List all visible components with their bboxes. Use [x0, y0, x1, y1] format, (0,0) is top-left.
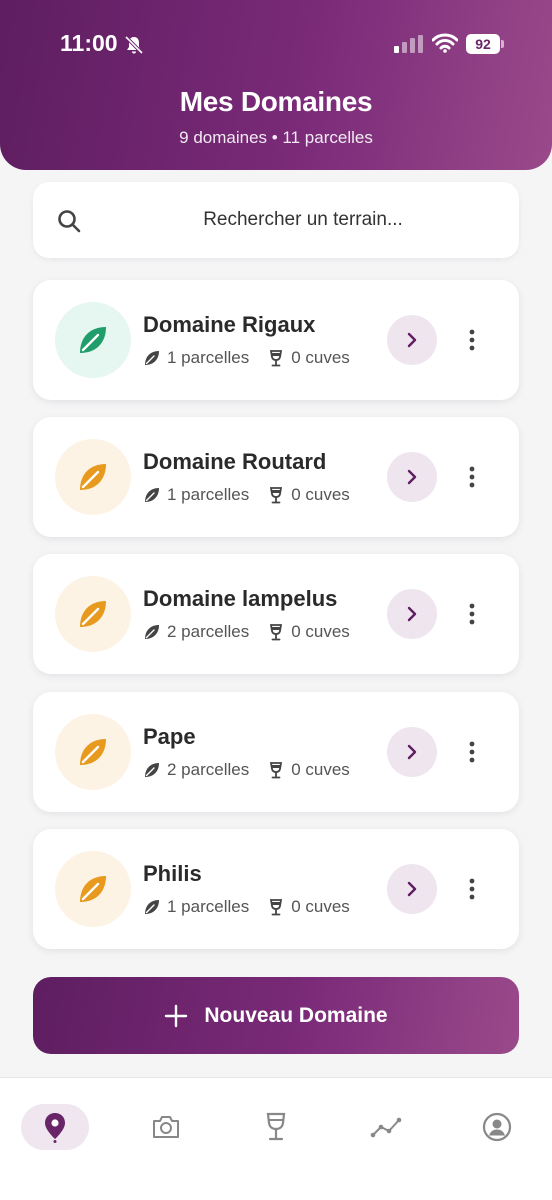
domain-name: Philis [143, 861, 202, 886]
leaf-icon [80, 601, 106, 627]
parcelles-count: 2 parcelles [167, 622, 250, 641]
open-domain-button[interactable] [387, 315, 437, 365]
nav-analytics[interactable] [352, 1104, 420, 1150]
new-domain-button[interactable]: Nouveau Domaine [33, 977, 519, 1054]
more-vertical-icon [469, 741, 475, 763]
chart-line-icon [370, 1117, 402, 1138]
cuves-count: 0 cuves [291, 348, 350, 367]
signal-icon [394, 35, 423, 53]
wine-glass-small-icon [270, 624, 283, 641]
more-vertical-icon [469, 603, 475, 625]
more-vertical-icon [469, 878, 475, 900]
nav-domains[interactable] [21, 1104, 89, 1150]
page-title: Mes Domaines [179, 86, 373, 117]
nav-cellar[interactable] [242, 1104, 310, 1150]
nav-camera[interactable] [132, 1104, 200, 1150]
header: 11:00 92 Mes Domaines 9 domaines • 11 pa… [0, 0, 552, 170]
domain-meta: 1 parcelles 0 cuves [143, 348, 350, 368]
domain-avatar [55, 714, 131, 790]
map-pin-icon [45, 1113, 65, 1143]
leaf-small-icon [145, 488, 159, 502]
more-options-button[interactable] [457, 732, 487, 772]
open-domain-button[interactable] [387, 864, 437, 914]
wifi-icon [432, 33, 458, 53]
bell-off-icon [124, 35, 144, 55]
page-subtitle: 9 domaines • 11 parcelles [179, 128, 373, 147]
profile-icon [482, 1112, 512, 1142]
open-domain-button[interactable] [387, 452, 437, 502]
cuves-count: 0 cuves [291, 622, 350, 641]
battery-icon: 92 [466, 34, 504, 54]
battery-level: 92 [466, 34, 500, 54]
chevron-right-icon [407, 469, 417, 485]
parcelles-count: 1 parcelles [167, 485, 250, 504]
wine-glass-icon [266, 1112, 286, 1141]
more-vertical-icon [469, 466, 475, 488]
leaf-small-icon [145, 351, 159, 365]
bottom-nav [0, 1077, 552, 1200]
open-domain-button[interactable] [387, 727, 437, 777]
domain-card[interactable]: Domaine Rigaux 1 parcelles 0 cuves [33, 280, 519, 400]
domain-card[interactable]: Philis 1 parcelles 0 cuves [33, 829, 519, 949]
status-time: 11:00 [60, 30, 118, 56]
search-input[interactable] [113, 200, 493, 240]
wine-glass-small-icon [270, 487, 283, 504]
more-vertical-icon [469, 329, 475, 351]
domain-name: Pape [143, 724, 196, 749]
nav-profile[interactable] [463, 1104, 531, 1150]
domain-meta: 1 parcelles 0 cuves [143, 897, 350, 917]
more-options-button[interactable] [457, 457, 487, 497]
leaf-icon [80, 739, 106, 765]
wine-glass-small-icon [270, 350, 283, 367]
domain-card[interactable]: Pape 2 parcelles 0 cuves [33, 692, 519, 812]
domain-avatar [55, 439, 131, 515]
more-options-button[interactable] [457, 320, 487, 360]
domain-avatar [55, 851, 131, 927]
chevron-right-icon [407, 744, 417, 760]
domain-meta: 2 parcelles 0 cuves [143, 622, 350, 642]
status-bar: 11:00 92 [0, 28, 552, 62]
domain-avatar [55, 576, 131, 652]
new-domain-label: Nouveau Domaine [204, 1003, 388, 1027]
more-options-button[interactable] [457, 594, 487, 634]
parcelles-count: 1 parcelles [167, 348, 250, 367]
wine-glass-small-icon [270, 899, 283, 916]
camera-icon [153, 1116, 179, 1138]
parcelles-count: 2 parcelles [167, 760, 250, 779]
parcelles-count: 1 parcelles [167, 897, 250, 916]
leaf-small-icon [145, 763, 159, 777]
domain-avatar [55, 302, 131, 378]
domain-name: Domaine Routard [143, 449, 327, 474]
wine-glass-small-icon [270, 762, 283, 779]
leaf-small-icon [145, 900, 159, 914]
leaf-icon [80, 464, 106, 490]
chevron-right-icon [407, 881, 417, 897]
chevron-right-icon [407, 606, 417, 622]
open-domain-button[interactable] [387, 589, 437, 639]
chevron-right-icon [407, 332, 417, 348]
domain-name: Domaine Rigaux [143, 312, 316, 337]
domain-card[interactable]: Domaine lampelus 2 parcelles 0 cuves [33, 554, 519, 674]
leaf-small-icon [145, 625, 159, 639]
search-bar[interactable] [33, 182, 519, 258]
cuves-count: 0 cuves [291, 897, 350, 916]
cuves-count: 0 cuves [291, 760, 350, 779]
domain-name: Domaine lampelus [143, 586, 338, 611]
cuves-count: 0 cuves [291, 485, 350, 504]
domain-meta: 1 parcelles 0 cuves [143, 485, 350, 505]
domain-card[interactable]: Domaine Routard 1 parcelles 0 cuves [33, 417, 519, 537]
more-options-button[interactable] [457, 869, 487, 909]
search-icon [58, 210, 81, 233]
leaf-icon [80, 327, 106, 353]
domain-meta: 2 parcelles 0 cuves [143, 760, 350, 780]
leaf-icon [80, 876, 106, 902]
plus-icon [165, 1004, 188, 1027]
